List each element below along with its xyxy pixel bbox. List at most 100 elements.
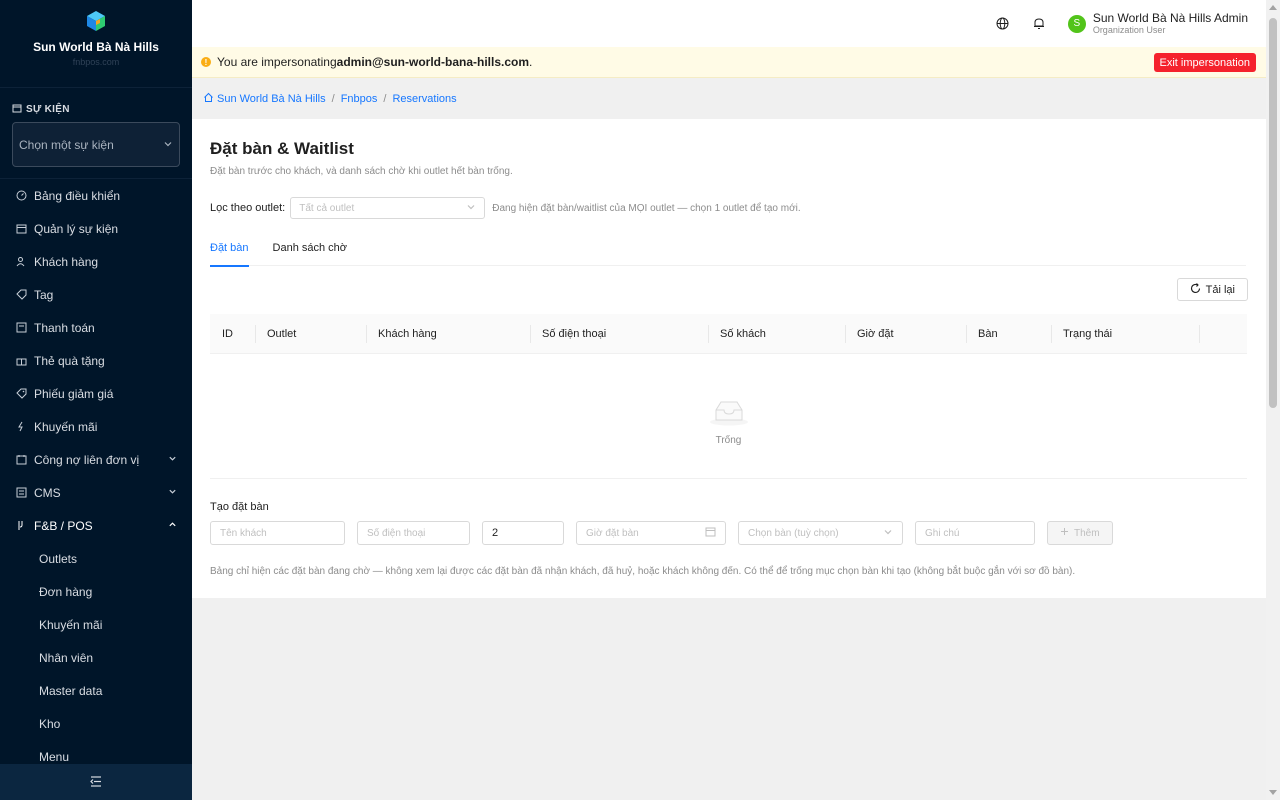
column-header-customer[interactable]: Khách hàng: [366, 314, 530, 354]
sidebar-subitem-warehouse[interactable]: Kho: [0, 707, 192, 740]
calendar-icon: [15, 223, 27, 235]
chevron-down-icon: [168, 454, 177, 465]
brand-subtitle: fnbpos.com: [72, 57, 120, 67]
party-size-input[interactable]: 2: [482, 521, 564, 545]
user-name: Sun World Bà Nà Hills Admin: [1092, 10, 1248, 25]
banner-suffix: .: [529, 55, 533, 69]
plus-icon: [1060, 527, 1069, 539]
reload-icon: [1190, 282, 1201, 297]
table-header: ID Outlet Khách hàng Số điện thoại Số kh…: [210, 314, 1247, 354]
reservations-card: Đặt bàn & Waitlist Đặt bàn trước cho khá…: [192, 119, 1266, 598]
sidebar-subitem-promotions[interactable]: Khuyến mãi: [0, 608, 192, 641]
impersonation-banner: ! You are impersonating admin@sun-world-…: [192, 47, 1266, 78]
phone-input[interactable]: Số điện thoại: [357, 521, 470, 545]
outlet-filter-placeholder: Tất cả outlet: [299, 202, 355, 214]
reservation-time-picker[interactable]: Giờ đặt bàn: [576, 521, 726, 545]
sidebar-item-dashboard[interactable]: Bảng điều khiển: [0, 179, 192, 212]
tag-icon: [15, 289, 27, 301]
sidebar-item-customers[interactable]: Khách hàng: [0, 245, 192, 278]
page-title: Đặt bàn & Waitlist: [210, 139, 354, 158]
create-reservation-title: Tạo đặt bàn: [210, 501, 269, 513]
collapse-sidebar-button[interactable]: [0, 764, 192, 800]
breadcrumb-org[interactable]: Sun World Bà Nà Hills: [217, 93, 326, 105]
guest-name-input[interactable]: Tên khách: [210, 521, 345, 545]
sidebar-subitem-orders[interactable]: Đơn hàng: [0, 575, 192, 608]
bell-icon[interactable]: [1032, 17, 1046, 31]
outlet-filter-select[interactable]: Tất cả outlet: [290, 197, 486, 219]
column-header-time[interactable]: Giờ đặt: [845, 314, 966, 354]
column-header-guests[interactable]: Số khách: [708, 314, 845, 354]
table-select[interactable]: Chọn bàn (tuỳ chọn): [738, 521, 903, 545]
sidebar-item-promotions[interactable]: Khuyến mãi: [0, 410, 192, 443]
event-section-label: SỰ KIỆN: [12, 103, 70, 116]
sidebar-item-cms[interactable]: CMS: [0, 476, 192, 509]
sidebar-item-coupons[interactable]: Phiếu giảm giá: [0, 377, 192, 410]
coupon-icon: [15, 388, 27, 400]
scroll-thumb[interactable]: [1269, 18, 1277, 408]
empty-text: Trống: [715, 435, 742, 446]
sidebar-subitem-master-data[interactable]: Master data: [0, 674, 192, 707]
sidebar: Sun World Bà Nà Hills fnbpos.com SỰ KIỆN…: [0, 0, 192, 800]
avatar: S: [1067, 14, 1086, 33]
column-header-table[interactable]: Bàn: [966, 314, 1051, 354]
table-empty-state: Trống: [210, 354, 1247, 479]
banner-prefix: You are impersonating: [217, 55, 337, 69]
column-header-phone[interactable]: Số điện thoại: [530, 314, 708, 354]
event-select-placeholder: Chọn một sự kiện: [19, 137, 114, 152]
page-scrollbar[interactable]: [1266, 0, 1280, 800]
promotion-icon: [15, 421, 27, 433]
tab-reservations[interactable]: Đặt bàn: [210, 236, 249, 267]
user-role: Organization User: [1092, 24, 1166, 35]
chevron-down-icon: [163, 138, 173, 152]
column-header-outlet[interactable]: Outlet: [255, 314, 366, 354]
chevron-down-icon: [883, 527, 893, 540]
add-reservation-button[interactable]: Thêm: [1047, 521, 1113, 545]
user-menu[interactable]: S Sun World Bà Nà Hills Admin Organizati…: [1067, 10, 1248, 36]
top-header: S Sun World Bà Nà Hills Admin Organizati…: [192, 0, 1266, 47]
tabs: Đặt bàn Danh sách chờ: [210, 236, 1246, 267]
scroll-down-arrow-icon[interactable]: [1269, 790, 1277, 795]
menu-fold-icon: [90, 774, 102, 790]
chevron-down-icon: [168, 487, 177, 498]
scroll-up-arrow-icon[interactable]: [1269, 5, 1277, 10]
breadcrumb-fnbpos[interactable]: Fnbpos: [341, 93, 378, 105]
sidebar-item-payment[interactable]: Thanh toán: [0, 311, 192, 344]
breadcrumb-reservations[interactable]: Reservations: [392, 93, 456, 105]
chevron-down-icon: [466, 202, 476, 215]
globe-icon[interactable]: [996, 17, 1010, 31]
users-icon: [15, 256, 27, 268]
home-icon: [203, 92, 214, 106]
sidebar-item-events[interactable]: Quản lý sự kiện: [0, 212, 192, 245]
sidebar-item-fnb-pos[interactable]: F&B / POS: [0, 509, 192, 542]
calendar-small-icon: [12, 103, 22, 116]
brand-name: Sun World Bà Nà Hills: [33, 40, 159, 54]
sidebar-item-gift-cards[interactable]: Thẻ quà tặng: [0, 344, 192, 377]
debt-icon: [15, 454, 27, 466]
exit-impersonation-button[interactable]: Exit impersonation: [1153, 53, 1256, 72]
column-header-actions: [1199, 314, 1247, 354]
payment-icon: [15, 322, 27, 334]
outlet-filter-hint: Đang hiện đặt bàn/waitlist của MỌI outle…: [492, 202, 801, 214]
reservation-note: Bảng chỉ hiện các đặt bàn đang chờ — khô…: [210, 566, 1076, 577]
dashboard-icon: [15, 190, 27, 202]
sidebar-item-debt[interactable]: Công nợ liên đơn vị: [0, 443, 192, 476]
sidebar-subitem-staff[interactable]: Nhân viên: [0, 641, 192, 674]
impersonated-email: admin@sun-world-bana-hills.com: [336, 55, 530, 69]
note-input[interactable]: Ghi chú: [915, 521, 1035, 545]
sidebar-subitem-outlets[interactable]: Outlets: [0, 542, 192, 575]
cms-icon: [15, 487, 27, 499]
empty-inbox-icon: [708, 398, 750, 429]
sidebar-item-tag[interactable]: Tag: [0, 278, 192, 311]
pos-icon: [15, 520, 27, 532]
tab-waitlist[interactable]: Danh sách chờ: [273, 236, 347, 266]
gift-icon: [15, 355, 27, 367]
create-reservation-form: Tên khách Số điện thoại 2 Giờ đặt bàn Ch…: [210, 521, 1113, 545]
outlet-filter-label: Lọc theo outlet:: [210, 202, 286, 214]
reload-label: Tải lại: [1205, 283, 1235, 296]
reload-button[interactable]: Tải lại: [1176, 278, 1248, 301]
chevron-up-icon: [168, 520, 177, 531]
column-header-id[interactable]: ID: [210, 314, 255, 354]
column-header-status[interactable]: Trạng thái: [1051, 314, 1199, 354]
event-select[interactable]: Chọn một sự kiện: [12, 122, 180, 167]
breadcrumb: Sun World Bà Nà Hills / Fnbpos / Reserva…: [192, 79, 1266, 119]
